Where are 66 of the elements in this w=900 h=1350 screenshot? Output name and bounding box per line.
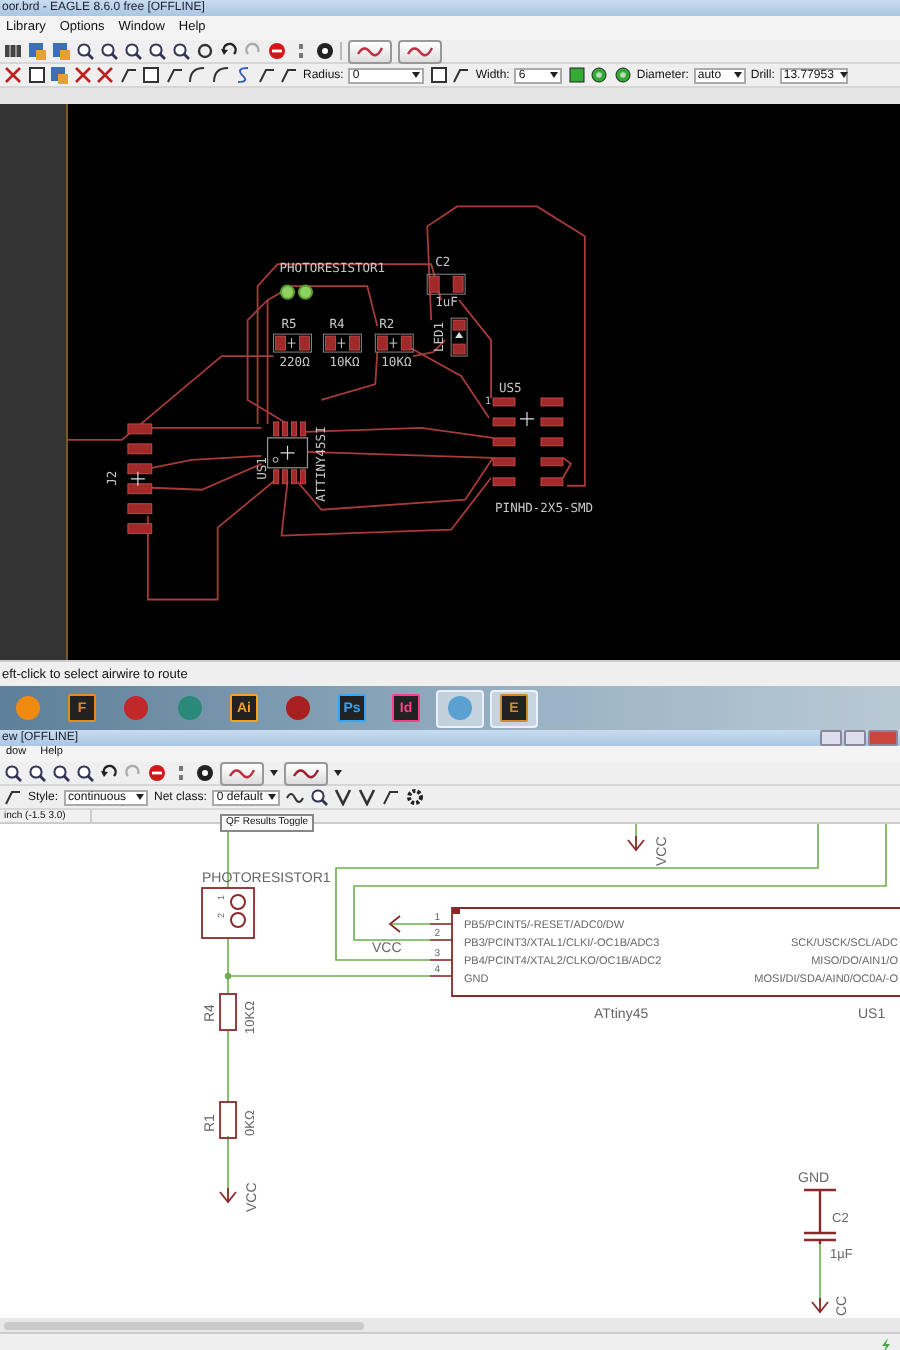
supply-arrow [219,1187,237,1204]
resistor-footprint [374,333,414,353]
wire-icon[interactable] [382,788,401,806]
help-icon[interactable] [196,764,214,782]
delete-icon[interactable] [73,66,91,84]
help-icon[interactable] [316,42,334,60]
resistor-symbol [219,1101,237,1139]
chip-footprint [266,421,308,485]
supply-arrow [811,1297,829,1314]
net-wire [819,1243,821,1303]
stop-icon[interactable] [148,764,166,782]
capacitor-footprint [426,273,466,295]
layers-icon[interactable] [50,66,68,84]
zoom-icon[interactable] [76,764,94,782]
toolbar-button[interactable] [398,39,442,63]
zoom-icon[interactable] [76,42,94,60]
wire-icon[interactable] [286,788,305,806]
net-wire [227,1029,229,1103]
zoom-icon[interactable] [124,42,142,60]
zoom-icon[interactable] [172,42,190,60]
resistor-symbol [219,993,237,1031]
horizontal-scrollbar[interactable] [0,1318,900,1332]
zoom-icon[interactable] [4,764,22,782]
layers-icon[interactable] [28,42,46,60]
caret-icon [136,794,145,800]
resistor-footprint [322,333,362,353]
header-footprint [127,423,153,535]
toolbar-button[interactable] [220,761,264,785]
grid-icon[interactable] [4,42,22,60]
redraw-icon[interactable] [196,42,214,60]
zoom-icon[interactable] [310,788,329,806]
resistor-footprint [272,333,312,353]
junction-dot [224,972,232,980]
photoresistor-footprint [279,284,313,300]
caret-icon [839,72,848,78]
caret-icon[interactable] [270,770,278,776]
layers-icon[interactable] [52,42,70,60]
led-footprint [450,317,468,357]
supply-arrow [627,835,645,852]
delete-icon[interactable] [4,66,22,84]
waveform-icon [228,766,256,780]
waveform-icon [356,44,384,58]
settings-icon[interactable] [406,788,425,806]
waveform-icon [292,766,320,780]
delete-icon[interactable] [96,66,114,84]
zoom-icon[interactable] [148,42,166,60]
undo-icon[interactable] [100,764,118,782]
photoresistor-symbol [201,887,255,939]
toolbar-button[interactable] [348,39,392,63]
toolbar-button[interactable] [284,761,328,785]
pad-icon[interactable] [567,66,586,84]
caret-icon [550,72,559,78]
minimize-button[interactable] [820,730,842,746]
lightning-icon [880,1337,892,1350]
maximize-button[interactable] [844,730,866,746]
caret-icon [268,794,277,800]
zoom-icon[interactable] [28,764,46,782]
caret-icon [412,72,421,78]
zoom-icon[interactable] [100,42,118,60]
zoom-icon[interactable] [52,764,70,782]
caret-icon[interactable] [334,770,342,776]
waveform-icon [406,44,434,58]
caret-icon [733,72,742,78]
stop-icon[interactable] [268,42,286,60]
undo-icon[interactable] [220,42,238,60]
header-footprint [492,397,564,487]
